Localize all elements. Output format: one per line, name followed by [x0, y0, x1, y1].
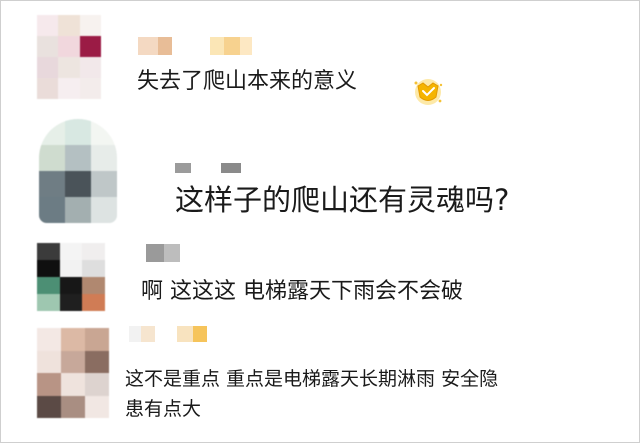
avatar-mosaic-cell	[65, 197, 91, 223]
avatar-mosaic-cell	[59, 294, 83, 311]
username-redacted[interactable]	[146, 244, 200, 262]
username-mosaic-cell	[177, 326, 193, 342]
avatar-mosaic-cell	[37, 277, 60, 294]
comment-item-3: 啊 这这这 电梯露天下雨会不会破	[1, 229, 639, 324]
user-avatar[interactable]	[39, 119, 117, 223]
avatar-mosaic-cell	[61, 373, 85, 396]
avatar-mosaic-cell	[37, 243, 60, 260]
comment-text: 这样子的爬山还有灵魂吗?	[175, 183, 510, 217]
username-redacted[interactable]	[129, 326, 207, 342]
avatar-mosaic-cell	[39, 197, 65, 223]
avatar-mosaic-cell	[82, 243, 105, 260]
comment-item-1: 失去了爬山本来的意义	[1, 1, 639, 119]
username-mosaic-cell	[210, 37, 224, 55]
avatar-mosaic-cell	[61, 350, 85, 373]
medal-icon	[414, 79, 443, 105]
avatar-mosaic-cell	[59, 260, 83, 277]
avatar-mosaic-cell	[85, 350, 109, 373]
avatar-mosaic-cell	[58, 57, 80, 78]
username-mosaic-cell	[141, 326, 155, 342]
comment-text: 失去了爬山本来的意义	[137, 69, 358, 94]
comment-list: 失去了爬山本来的意义 这样子的爬山还有灵魂吗? 啊 这这这 电梯露天下雨会不会破…	[0, 0, 640, 443]
avatar-mosaic-cell	[58, 78, 80, 99]
username-mosaic-cell	[192, 37, 210, 55]
avatar-mosaic-cell	[37, 15, 59, 36]
comment-text: 啊 这这这 电梯露天下雨会不会破	[141, 279, 463, 304]
username-mosaic-cell	[146, 244, 164, 262]
avatar-mosaic-cell	[61, 395, 85, 418]
avatar-mosaic-cell	[59, 243, 83, 260]
username-mosaic-cell	[224, 37, 240, 55]
comment-item-4: 这不是重点 重点是电梯露天长期淋雨 安全隐 患有点大	[1, 324, 639, 442]
username-mosaic-cell	[138, 37, 158, 55]
username-mosaic-cell	[164, 244, 180, 262]
avatar-mosaic-cell	[37, 395, 61, 418]
user-avatar[interactable]	[37, 15, 101, 99]
avatar-mosaic-cell	[37, 294, 60, 311]
avatar-mosaic-cell	[91, 197, 117, 223]
avatar-mosaic-cell	[37, 260, 60, 277]
avatar-mosaic-cell	[37, 350, 61, 373]
username-mosaic-cell	[129, 326, 141, 342]
avatar-mosaic-cell	[37, 78, 59, 99]
username-redacted[interactable]	[175, 163, 241, 173]
avatar-mosaic-cell	[59, 277, 83, 294]
avatar-mosaic-cell	[79, 57, 101, 78]
username-mosaic-cell	[155, 326, 177, 342]
avatar-mosaic-cell	[85, 373, 109, 396]
avatar-mosaic-cell	[91, 171, 117, 197]
comment-text-line-1: 这不是重点 重点是电梯露天长期淋雨 安全隐	[125, 368, 499, 390]
avatar-mosaic-cell	[61, 328, 85, 351]
avatar-mosaic-cell	[39, 119, 65, 145]
username-mosaic-cell	[221, 163, 241, 173]
avatar-mosaic-cell	[85, 328, 109, 351]
comment-item-2: 这样子的爬山还有灵魂吗?	[1, 119, 639, 229]
avatar-mosaic-cell	[65, 119, 91, 145]
username-mosaic-cell	[158, 37, 172, 55]
avatar-mosaic-cell	[82, 260, 105, 277]
avatar-mosaic-cell	[91, 119, 117, 145]
avatar-mosaic-cell	[82, 277, 105, 294]
avatar-mosaic-cell	[58, 15, 80, 36]
username-redacted[interactable]	[138, 37, 252, 55]
user-avatar[interactable]	[37, 243, 105, 311]
avatar-mosaic-cell	[82, 294, 105, 311]
avatar-mosaic-cell	[37, 373, 61, 396]
avatar-mosaic-cell	[37, 328, 61, 351]
avatar-mosaic-cell	[79, 15, 101, 36]
avatar-mosaic-cell	[39, 145, 65, 171]
username-mosaic-cell	[175, 163, 191, 173]
avatar-mosaic-cell	[37, 57, 59, 78]
avatar-mosaic-cell	[65, 171, 91, 197]
avatar-mosaic-cell	[65, 145, 91, 171]
avatar-mosaic-cell	[79, 78, 101, 99]
avatar-mosaic-cell	[37, 36, 59, 57]
avatar-mosaic-cell	[91, 145, 117, 171]
username-mosaic-cell	[172, 37, 192, 55]
user-avatar[interactable]	[37, 328, 109, 418]
username-mosaic-cell	[180, 244, 200, 262]
username-mosaic-cell	[191, 163, 221, 173]
avatar-mosaic-cell	[79, 36, 101, 57]
avatar-mosaic-cell	[39, 171, 65, 197]
username-mosaic-cell	[193, 326, 207, 342]
comment-text-line-2: 患有点大	[125, 398, 202, 420]
username-mosaic-cell	[240, 37, 252, 55]
avatar-mosaic-cell	[85, 395, 109, 418]
avatar-mosaic-cell	[58, 36, 80, 57]
